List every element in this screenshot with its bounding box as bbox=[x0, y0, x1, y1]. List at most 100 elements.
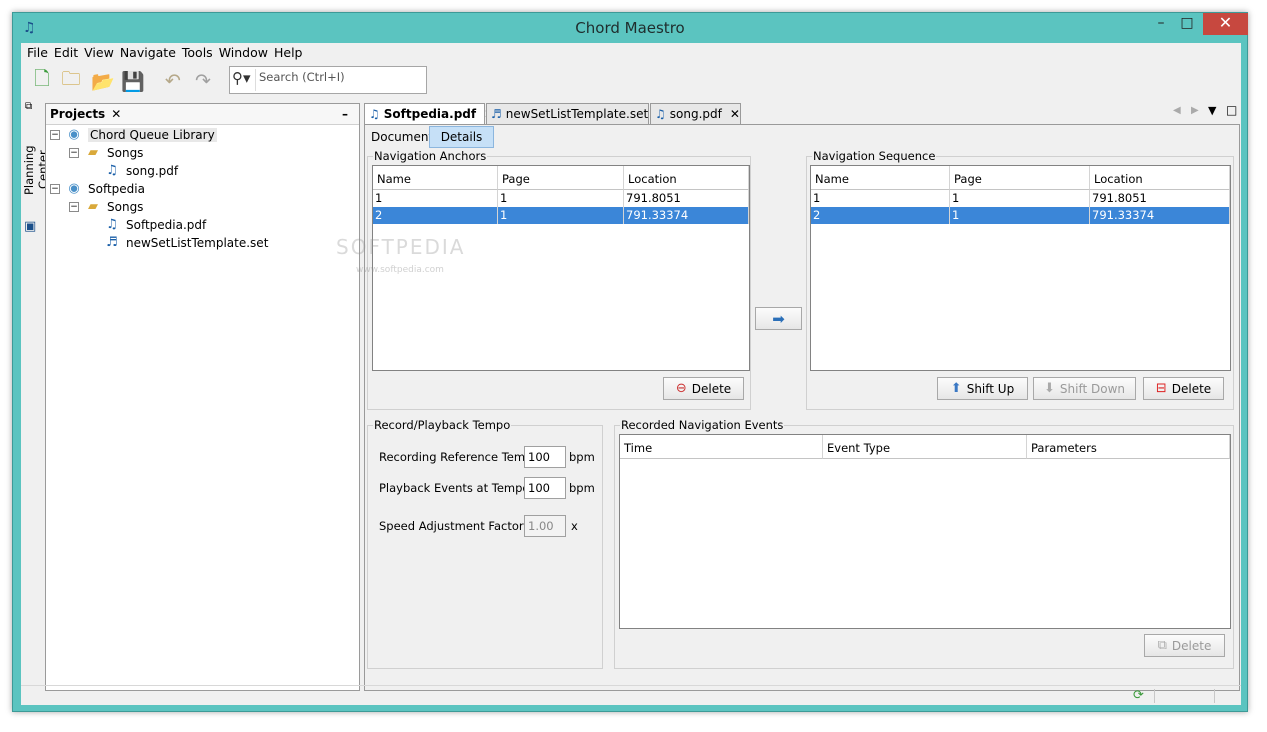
open-folder-icon[interactable]: 📂 bbox=[90, 68, 116, 94]
subtab-details[interactable]: Details bbox=[429, 126, 494, 148]
bpm-unit: bpm bbox=[569, 450, 595, 464]
menu-navigate[interactable]: Navigate bbox=[117, 43, 179, 63]
column-header-page[interactable]: Page bbox=[950, 166, 1090, 190]
column-header-location[interactable]: Location bbox=[1090, 166, 1230, 190]
delete-anchor-icon: ⊖ bbox=[675, 381, 687, 396]
collapse-icon[interactable]: − bbox=[69, 202, 79, 212]
column-header-name[interactable]: Name bbox=[811, 166, 950, 190]
maximize-editor-icon[interactable]: □ bbox=[1226, 103, 1237, 117]
tree-item-label: Softpedia bbox=[88, 182, 145, 196]
save-icon[interactable]: 💾 bbox=[120, 68, 146, 94]
tempo-group: Record/Playback Tempo Recording Referenc… bbox=[367, 418, 603, 669]
planning-center-icon[interactable]: ▣ bbox=[24, 219, 36, 234]
undo-icon[interactable]: ↶ bbox=[160, 68, 186, 94]
column-header-event-type[interactable]: Event Type bbox=[823, 435, 1027, 459]
navigation-sequence-title: Navigation Sequence bbox=[812, 149, 937, 163]
sequence-table[interactable]: Name Page Location 1 1 791.8051 2 1 791.… bbox=[810, 165, 1231, 371]
button-label: Shift Down bbox=[1059, 381, 1125, 396]
tree-item[interactable]: ♫ Softpedia.pdf bbox=[104, 216, 206, 234]
menu-window[interactable]: Window bbox=[216, 43, 271, 63]
menu-help[interactable]: Help bbox=[271, 43, 306, 63]
title-bar[interactable]: ♫ Chord Maestro – □ ✕ bbox=[13, 13, 1248, 43]
cell-page: 1 bbox=[498, 190, 624, 207]
cell-location: 791.33374 bbox=[624, 207, 749, 224]
tree-item[interactable]: ♬ newSetListTemplate.set bbox=[104, 234, 268, 252]
client-area: File Edit View Navigate Tools Window Hel… bbox=[21, 43, 1241, 705]
menu-edit[interactable]: Edit bbox=[51, 43, 81, 63]
recording-tempo-input[interactable]: 100 bbox=[524, 446, 566, 468]
status-indicator-icon[interactable]: ⟳ bbox=[1133, 688, 1144, 703]
projects-tab[interactable]: Projects ✕ bbox=[50, 104, 121, 124]
tab-label: Softpedia.pdf bbox=[383, 107, 477, 121]
collapse-icon[interactable]: − bbox=[50, 130, 60, 140]
button-label: Delete bbox=[691, 381, 732, 396]
new-folder-icon[interactable]: 🗀 bbox=[58, 68, 84, 94]
close-icon[interactable]: ✕ bbox=[730, 107, 740, 121]
tree-item[interactable]: − ▰ Songs bbox=[69, 198, 143, 216]
button-label: Delete bbox=[1171, 638, 1212, 653]
events-table[interactable]: Time Event Type Parameters bbox=[619, 434, 1231, 629]
tree-item[interactable]: − ▰ Songs bbox=[69, 144, 143, 162]
collapse-icon[interactable]: − bbox=[50, 184, 60, 194]
projects-panel: Projects ✕ – − ◉ Chord Queue Library − ▰… bbox=[45, 103, 360, 691]
column-header-location[interactable]: Location bbox=[624, 166, 749, 190]
navigation-sequence-group: Navigation Sequence Name Page Location 1… bbox=[806, 149, 1234, 410]
recorded-events-group: Recorded Navigation Events Time Event Ty… bbox=[614, 418, 1234, 669]
app-window: ♫ Chord Maestro – □ ✕ File Edit View Nav… bbox=[12, 12, 1248, 712]
button-label: Delete bbox=[1171, 381, 1212, 396]
tab-song-pdf[interactable]: ♫ song.pdf ✕ bbox=[650, 103, 741, 124]
status-divider bbox=[1154, 689, 1155, 703]
tree-item[interactable]: − ◉ Softpedia bbox=[50, 180, 145, 198]
column-header-page[interactable]: Page bbox=[498, 166, 624, 190]
menu-file[interactable]: File bbox=[24, 43, 51, 63]
minimize-button[interactable]: – bbox=[1148, 13, 1174, 35]
delete-event-button[interactable]: ⧉ Delete bbox=[1144, 634, 1225, 657]
minimize-panel-icon[interactable]: – bbox=[342, 104, 348, 124]
speed-unit: x bbox=[571, 519, 578, 533]
cell-name: 1 bbox=[811, 190, 950, 207]
projects-tab-label: Projects bbox=[50, 107, 106, 121]
delete-sequence-button[interactable]: ⊟ Delete bbox=[1143, 377, 1224, 400]
search-icon[interactable]: ⚲▾ bbox=[232, 69, 256, 91]
tab-list-dropdown-icon[interactable]: ▼ bbox=[1208, 104, 1216, 117]
tab-softpedia-pdf[interactable]: ♫ Softpedia.pdf ✕ bbox=[364, 103, 494, 124]
scroll-left-icon[interactable]: ◀ bbox=[1173, 105, 1181, 116]
maximize-button[interactable]: □ bbox=[1174, 13, 1200, 35]
add-to-sequence-button[interactable]: ➡ bbox=[755, 307, 802, 330]
delete-anchor-button[interactable]: ⊖ Delete bbox=[663, 377, 744, 400]
music-note-icon: ♫ bbox=[369, 107, 380, 121]
menu-tools[interactable]: Tools bbox=[179, 43, 216, 63]
tab-setlist-template[interactable]: ♬ newSetListTemplate.set ✕ bbox=[486, 103, 666, 124]
column-header-time[interactable]: Time bbox=[620, 435, 823, 459]
planning-center-tab[interactable]: Planning Center bbox=[22, 125, 50, 215]
cell-page: 1 bbox=[950, 190, 1090, 207]
menu-view[interactable]: View bbox=[81, 43, 117, 63]
window-title: Chord Maestro bbox=[575, 19, 685, 37]
redo-icon[interactable]: ↷ bbox=[190, 68, 216, 94]
column-header-name[interactable]: Name bbox=[373, 166, 498, 190]
set-list-icon: ♬ bbox=[491, 107, 502, 121]
shift-up-button[interactable]: ⬆ Shift Up bbox=[937, 377, 1028, 400]
navigation-anchors-group: Navigation Anchors Name Page Location 1 … bbox=[367, 149, 751, 410]
restore-window-icon[interactable]: ⧉ bbox=[25, 101, 32, 112]
playback-tempo-label: Playback Events at Tempo: bbox=[379, 481, 534, 495]
status-divider bbox=[1214, 689, 1215, 703]
cell-name: 2 bbox=[373, 207, 498, 224]
button-label: Shift Up bbox=[966, 381, 1015, 396]
playback-tempo-input[interactable]: 100 bbox=[524, 477, 566, 499]
close-icon[interactable]: ✕ bbox=[111, 107, 121, 121]
new-file-icon[interactable]: 🗋 bbox=[29, 68, 55, 94]
tempo-title: Record/Playback Tempo bbox=[373, 418, 512, 432]
tree-item[interactable]: − ◉ Chord Queue Library bbox=[50, 126, 217, 144]
scroll-right-icon[interactable]: ▶ bbox=[1191, 105, 1199, 116]
cell-location: 791.8051 bbox=[624, 190, 749, 207]
close-window-button[interactable]: ✕ bbox=[1203, 13, 1248, 35]
shift-down-button[interactable]: ⬇ Shift Down bbox=[1033, 377, 1136, 400]
tree-item[interactable]: ♫ song.pdf bbox=[104, 162, 178, 180]
column-header-parameters[interactable]: Parameters bbox=[1027, 435, 1230, 459]
arrow-right-icon: ➡ bbox=[772, 309, 785, 328]
search-box[interactable]: ⚲▾ Search (Ctrl+I) bbox=[229, 66, 427, 94]
delete-event-icon: ⧉ bbox=[1157, 638, 1167, 653]
tree-item-label: Softpedia.pdf bbox=[126, 218, 207, 232]
collapse-icon[interactable]: − bbox=[69, 148, 79, 158]
